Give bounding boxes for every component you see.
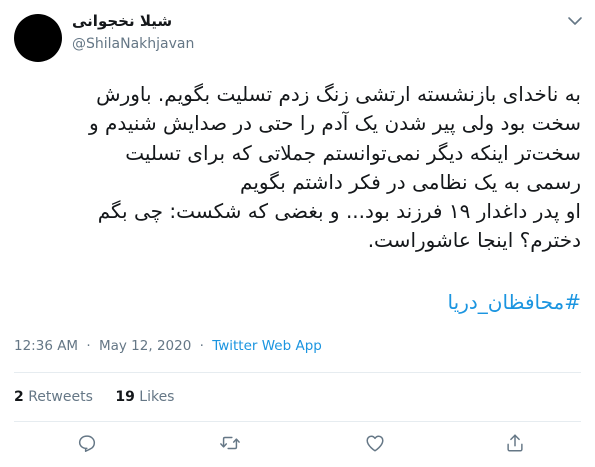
retweets-label: Retweets: [28, 389, 93, 405]
retweets-count: 2: [14, 389, 24, 405]
action-bar: [0, 432, 595, 458]
author-name[interactable]: شیلا نخجوانی: [72, 12, 172, 30]
retweets-stat[interactable]: 2 Retweets: [14, 389, 93, 405]
tweet-time[interactable]: 12:36 AM: [14, 338, 78, 354]
share-icon[interactable]: [504, 432, 526, 454]
like-icon[interactable]: [364, 432, 386, 454]
tweet-line: سخت بود ولی پیر شدن یک آدم را حتی در صدا…: [88, 111, 581, 136]
tweet-card: شیلا نخجوانی @ShilaNakhjavan به ناخدای ب…: [0, 0, 595, 467]
tweet-line: به ناخدای بازنشسته ارتشی زنگ زدم تسلیت ب…: [96, 82, 581, 106]
likes-stat[interactable]: 19 Likes: [115, 389, 174, 405]
tweet-source-link[interactable]: Twitter Web App: [212, 338, 322, 354]
author-handle[interactable]: @ShilaNakhjavan: [72, 36, 194, 52]
likes-label: Likes: [139, 389, 175, 405]
tweet-meta: 12:36 AM · May 12, 2020 · Twitter Web Ap…: [14, 338, 322, 354]
tweet-stats: 2 Retweets 19 Likes: [14, 389, 192, 405]
reply-icon[interactable]: [76, 432, 98, 454]
tweet-line: رسمی به یک نظامی در فکر داشتم بگویم: [240, 169, 581, 194]
divider: [14, 421, 581, 422]
divider: [14, 372, 581, 373]
caret-down-icon[interactable]: [566, 12, 584, 30]
avatar[interactable]: [14, 14, 62, 62]
retweet-icon[interactable]: [219, 432, 241, 454]
meta-separator: ·: [86, 338, 91, 354]
tweet-date[interactable]: May 12, 2020: [99, 338, 191, 354]
meta-separator: ·: [199, 338, 204, 354]
hashtag-link[interactable]: #محافظان_دریا: [448, 290, 581, 314]
tweet-line: دخترم؟ اینجا عاشوراست.: [367, 228, 581, 253]
tweet-line: او پدر داغدار ۱۹ فرزند بود... و بغضی که …: [97, 199, 581, 224]
tweet-text: به ناخدای بازنشسته ارتشی زنگ زدم تسلیت ب…: [16, 80, 581, 256]
tweet-line: سخت‌تر اینکه دیگر نمی‌توانستم جملاتی که …: [125, 140, 581, 165]
likes-count: 19: [115, 389, 135, 405]
